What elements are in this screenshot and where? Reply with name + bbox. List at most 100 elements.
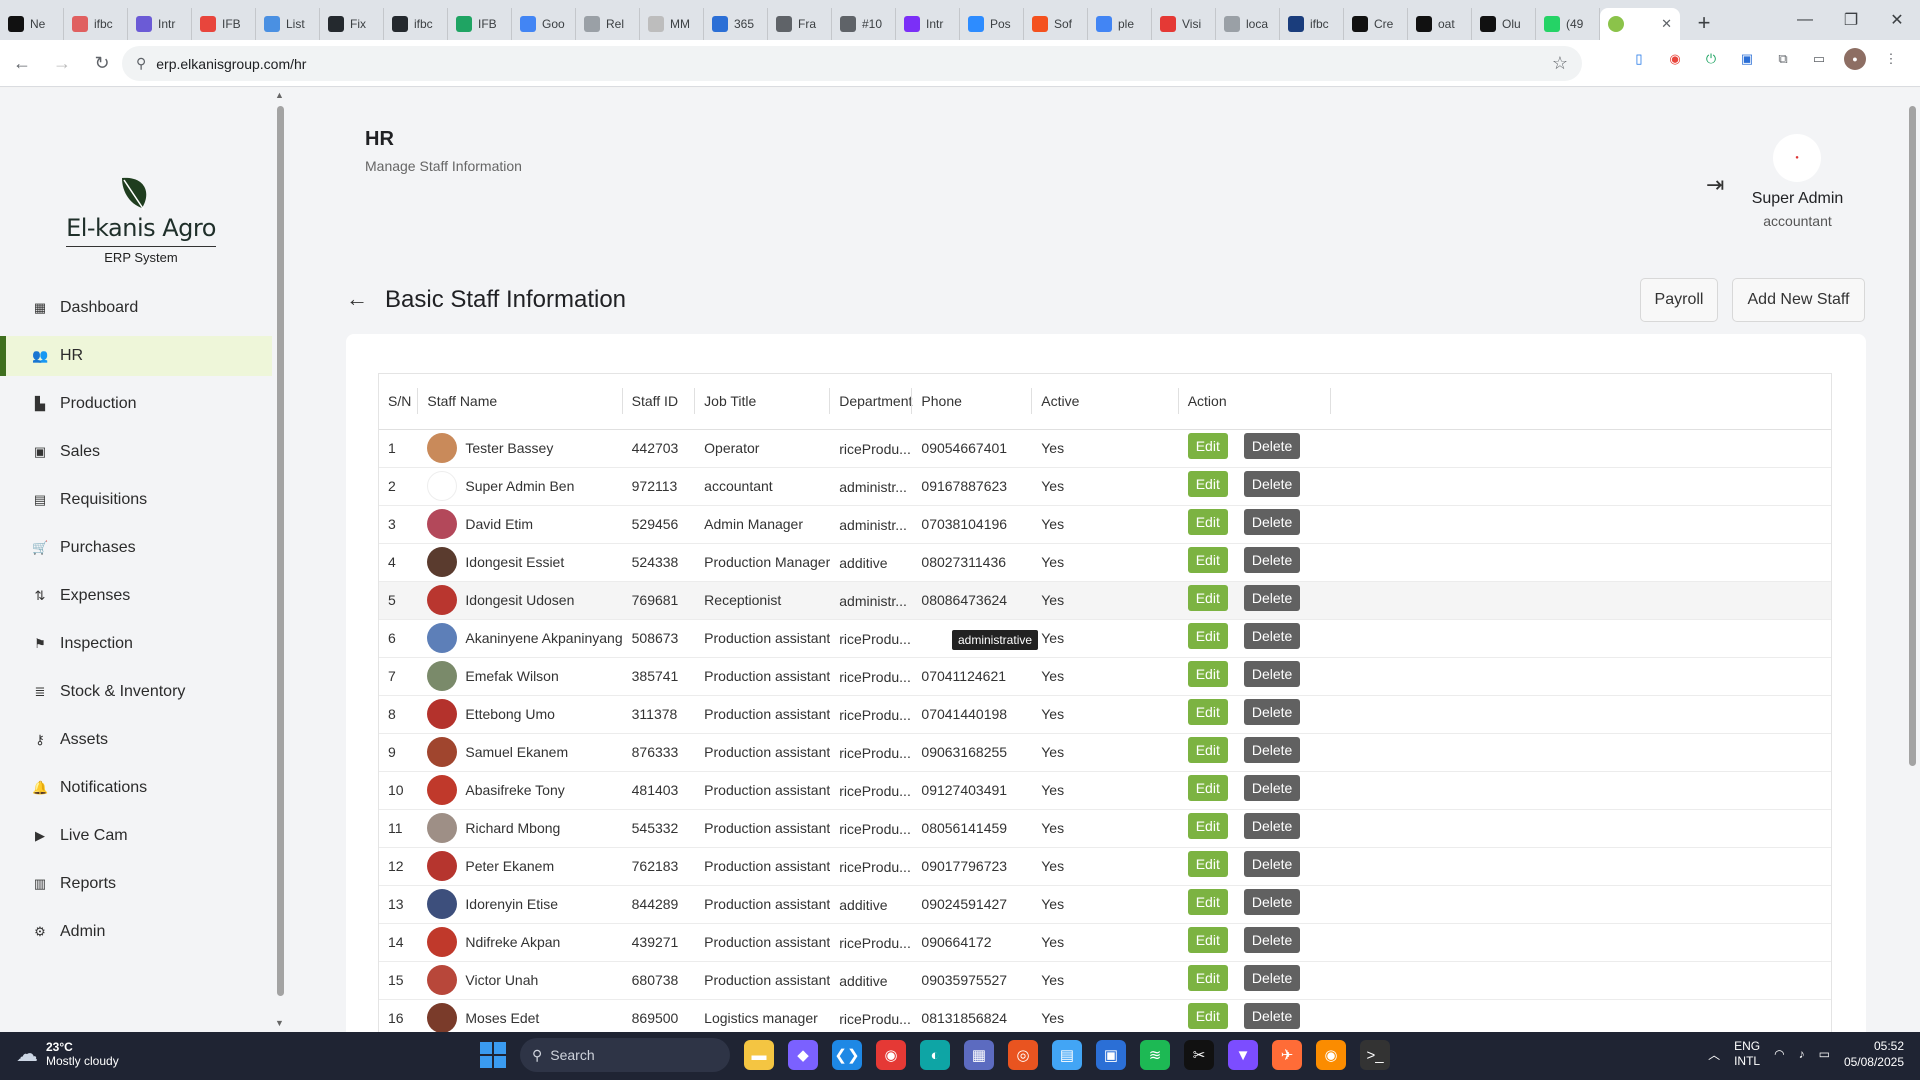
sidebar-item-inspection[interactable]: ⚑ Inspection	[0, 624, 272, 664]
browser-tab[interactable]: ifbc	[1280, 8, 1344, 40]
column-header[interactable]: Action	[1178, 374, 1332, 430]
minimize-button[interactable]: —	[1782, 0, 1828, 40]
delete-button[interactable]: Delete	[1243, 660, 1301, 687]
delete-button[interactable]: Delete	[1243, 888, 1301, 915]
edit-button[interactable]: Edit	[1187, 1002, 1228, 1029]
delete-button[interactable]: Delete	[1243, 926, 1301, 953]
clock[interactable]: 05:52 05/08/2025	[1844, 1038, 1904, 1070]
new-tab-button[interactable]: +	[1688, 7, 1720, 39]
browser-tab[interactable]: Intr	[128, 8, 192, 40]
table-row[interactable]: 15 Victor Unah 680738 Production assistant a…	[379, 961, 1831, 1000]
browser-tab[interactable]: Fix	[320, 8, 384, 40]
close-tab-icon[interactable]: ✕	[1661, 16, 1672, 32]
payroll-button[interactable]: Payroll	[1640, 278, 1718, 322]
browser-tab[interactable]: Sof	[1024, 8, 1088, 40]
user-avatar[interactable]: ●	[1773, 134, 1821, 182]
maximize-button[interactable]: ❐	[1828, 0, 1874, 40]
edit-button[interactable]: Edit	[1187, 622, 1228, 649]
delete-button[interactable]: Delete	[1243, 584, 1301, 611]
translate-icon[interactable]: ▣	[1736, 48, 1758, 70]
delete-button[interactable]: Delete	[1243, 850, 1301, 877]
browser-tab[interactable]: #10	[832, 8, 896, 40]
browser-tab[interactable]: ple	[1088, 8, 1152, 40]
sidebar-item-purchases[interactable]: 🛒 Purchases	[0, 528, 272, 568]
battery-icon[interactable]: ▭	[1819, 1047, 1830, 1061]
terminal-icon[interactable]: >_	[1360, 1040, 1390, 1070]
logout-icon[interactable]: ⇥	[1706, 172, 1724, 198]
sidebar-scroll-thumb[interactable]	[277, 106, 284, 996]
delete-button[interactable]: Delete	[1243, 774, 1301, 801]
edit-button[interactable]: Edit	[1187, 508, 1228, 535]
browser-tab[interactable]: (49	[1536, 8, 1600, 40]
column-header[interactable]: Department	[830, 374, 913, 430]
delete-button[interactable]: Delete	[1243, 736, 1301, 763]
chevron-up-icon[interactable]: ︿	[1708, 1046, 1720, 1063]
scroll-down-icon[interactable]: ▼	[275, 1018, 284, 1028]
bookmark-star-icon[interactable]: ☆	[1552, 53, 1568, 74]
table-row[interactable]: 2 Super Admin Ben 972113 accountant administ…	[379, 467, 1831, 506]
edit-button[interactable]: Edit	[1187, 736, 1228, 763]
vpn-icon[interactable]: ▼	[1228, 1040, 1258, 1070]
spotify-icon[interactable]: ≋	[1140, 1040, 1170, 1070]
browser-tab[interactable]: Olu	[1472, 8, 1536, 40]
browser-tab[interactable]: Cre	[1344, 8, 1408, 40]
column-header[interactable]: Staff Name	[418, 374, 623, 430]
table-row[interactable]: 14 Ndifreke Akpan 439271 Production assista…	[379, 923, 1831, 962]
browser-tab[interactable]: MM	[640, 8, 704, 40]
power-icon[interactable]: ⏻	[1700, 48, 1722, 70]
table-row[interactable]: 6 Akaninyene Akpaninyang 508673 Production …	[379, 619, 1831, 658]
table-row[interactable]: 7 Emefak Wilson 385741 Production assistant…	[379, 657, 1831, 696]
browser-tab[interactable]: Rel	[576, 8, 640, 40]
sidebar-item-live-cam[interactable]: ▶ Live Cam	[0, 816, 272, 856]
edit-button[interactable]: Edit	[1187, 774, 1228, 801]
browser-tab[interactable]: 365	[704, 8, 768, 40]
delete-button[interactable]: Delete	[1243, 508, 1301, 535]
file-explorer-icon[interactable]: ▬	[744, 1040, 774, 1070]
taskbar-search[interactable]: ⚲ Search	[520, 1038, 730, 1072]
wifi-icon[interactable]: ◠	[1774, 1047, 1784, 1061]
browser-tab[interactable]: Ne	[0, 8, 64, 40]
edit-button[interactable]: Edit	[1187, 926, 1228, 953]
edit-button[interactable]: Edit	[1187, 584, 1228, 611]
sidebar-item-notifications[interactable]: 🔔 Notifications	[0, 768, 272, 808]
edit-button[interactable]: Edit	[1187, 470, 1228, 497]
table-row[interactable]: 13 Idorenyin Etise 844289 Production assist…	[379, 885, 1831, 924]
edit-button[interactable]: Edit	[1187, 888, 1228, 915]
browser-tab[interactable]: Pos	[960, 8, 1024, 40]
browser-tab[interactable]: Intr	[896, 8, 960, 40]
table-row[interactable]: 1 Tester Bassey 442703 Operator riceProdu...…	[379, 429, 1831, 468]
weather-widget[interactable]: ☁ 23°C Mostly cloudy	[16, 1040, 119, 1068]
reload-icon[interactable]: ↻	[84, 45, 120, 81]
edit-button[interactable]: Edit	[1187, 698, 1228, 725]
edit-button[interactable]: Edit	[1187, 546, 1228, 573]
chrome-dev-icon[interactable]: ◉	[1316, 1040, 1346, 1070]
sidebar-item-requisitions[interactable]: ▤ Requisitions	[0, 480, 272, 520]
ubuntu-icon[interactable]: ◎	[1008, 1040, 1038, 1070]
delete-button[interactable]: Delete	[1243, 622, 1301, 649]
sidebar-item-stock-inventory[interactable]: ≣ Stock & Inventory	[0, 672, 272, 712]
extension-icon[interactable]: ▯	[1628, 48, 1650, 70]
language-indicator[interactable]: ENG INTL	[1734, 1039, 1760, 1069]
capcut-icon[interactable]: ✂	[1184, 1040, 1214, 1070]
edit-button[interactable]: Edit	[1187, 964, 1228, 991]
scroll-up-icon[interactable]: ▲	[275, 90, 284, 100]
table-row[interactable]: 3 David Etim 529456 Admin Manager administr.…	[379, 505, 1831, 544]
address-bar[interactable]: ⚲ erp.elkanisgroup.com/hr ☆	[122, 46, 1582, 81]
column-header[interactable]: Active	[1032, 374, 1179, 430]
sidebar-item-hr[interactable]: 👥 HR	[0, 336, 272, 376]
sidebar-item-admin[interactable]: ⚙ Admin	[0, 912, 272, 952]
table-row[interactable]: 5 Idongesit Udosen 769681 Receptionist admin…	[379, 581, 1831, 620]
sidebar-item-reports[interactable]: ▥ Reports	[0, 864, 272, 904]
active-browser-tab[interactable]: ✕	[1600, 8, 1680, 40]
close-window-button[interactable]: ✕	[1874, 0, 1920, 40]
column-header[interactable]: S/N	[379, 374, 419, 430]
sidebar-item-assets[interactable]: ⚷ Assets	[0, 720, 272, 760]
edit-button[interactable]: Edit	[1187, 432, 1228, 459]
sidebar-item-expenses[interactable]: ⇅ Expenses	[0, 576, 272, 616]
delete-button[interactable]: Delete	[1243, 964, 1301, 991]
notepad-icon[interactable]: ▤	[1052, 1040, 1082, 1070]
column-header[interactable]: Staff ID	[622, 374, 696, 430]
column-header[interactable]: Phone	[912, 374, 1033, 430]
back-icon[interactable]: ←	[4, 45, 40, 81]
browser-tab[interactable]: List	[256, 8, 320, 40]
